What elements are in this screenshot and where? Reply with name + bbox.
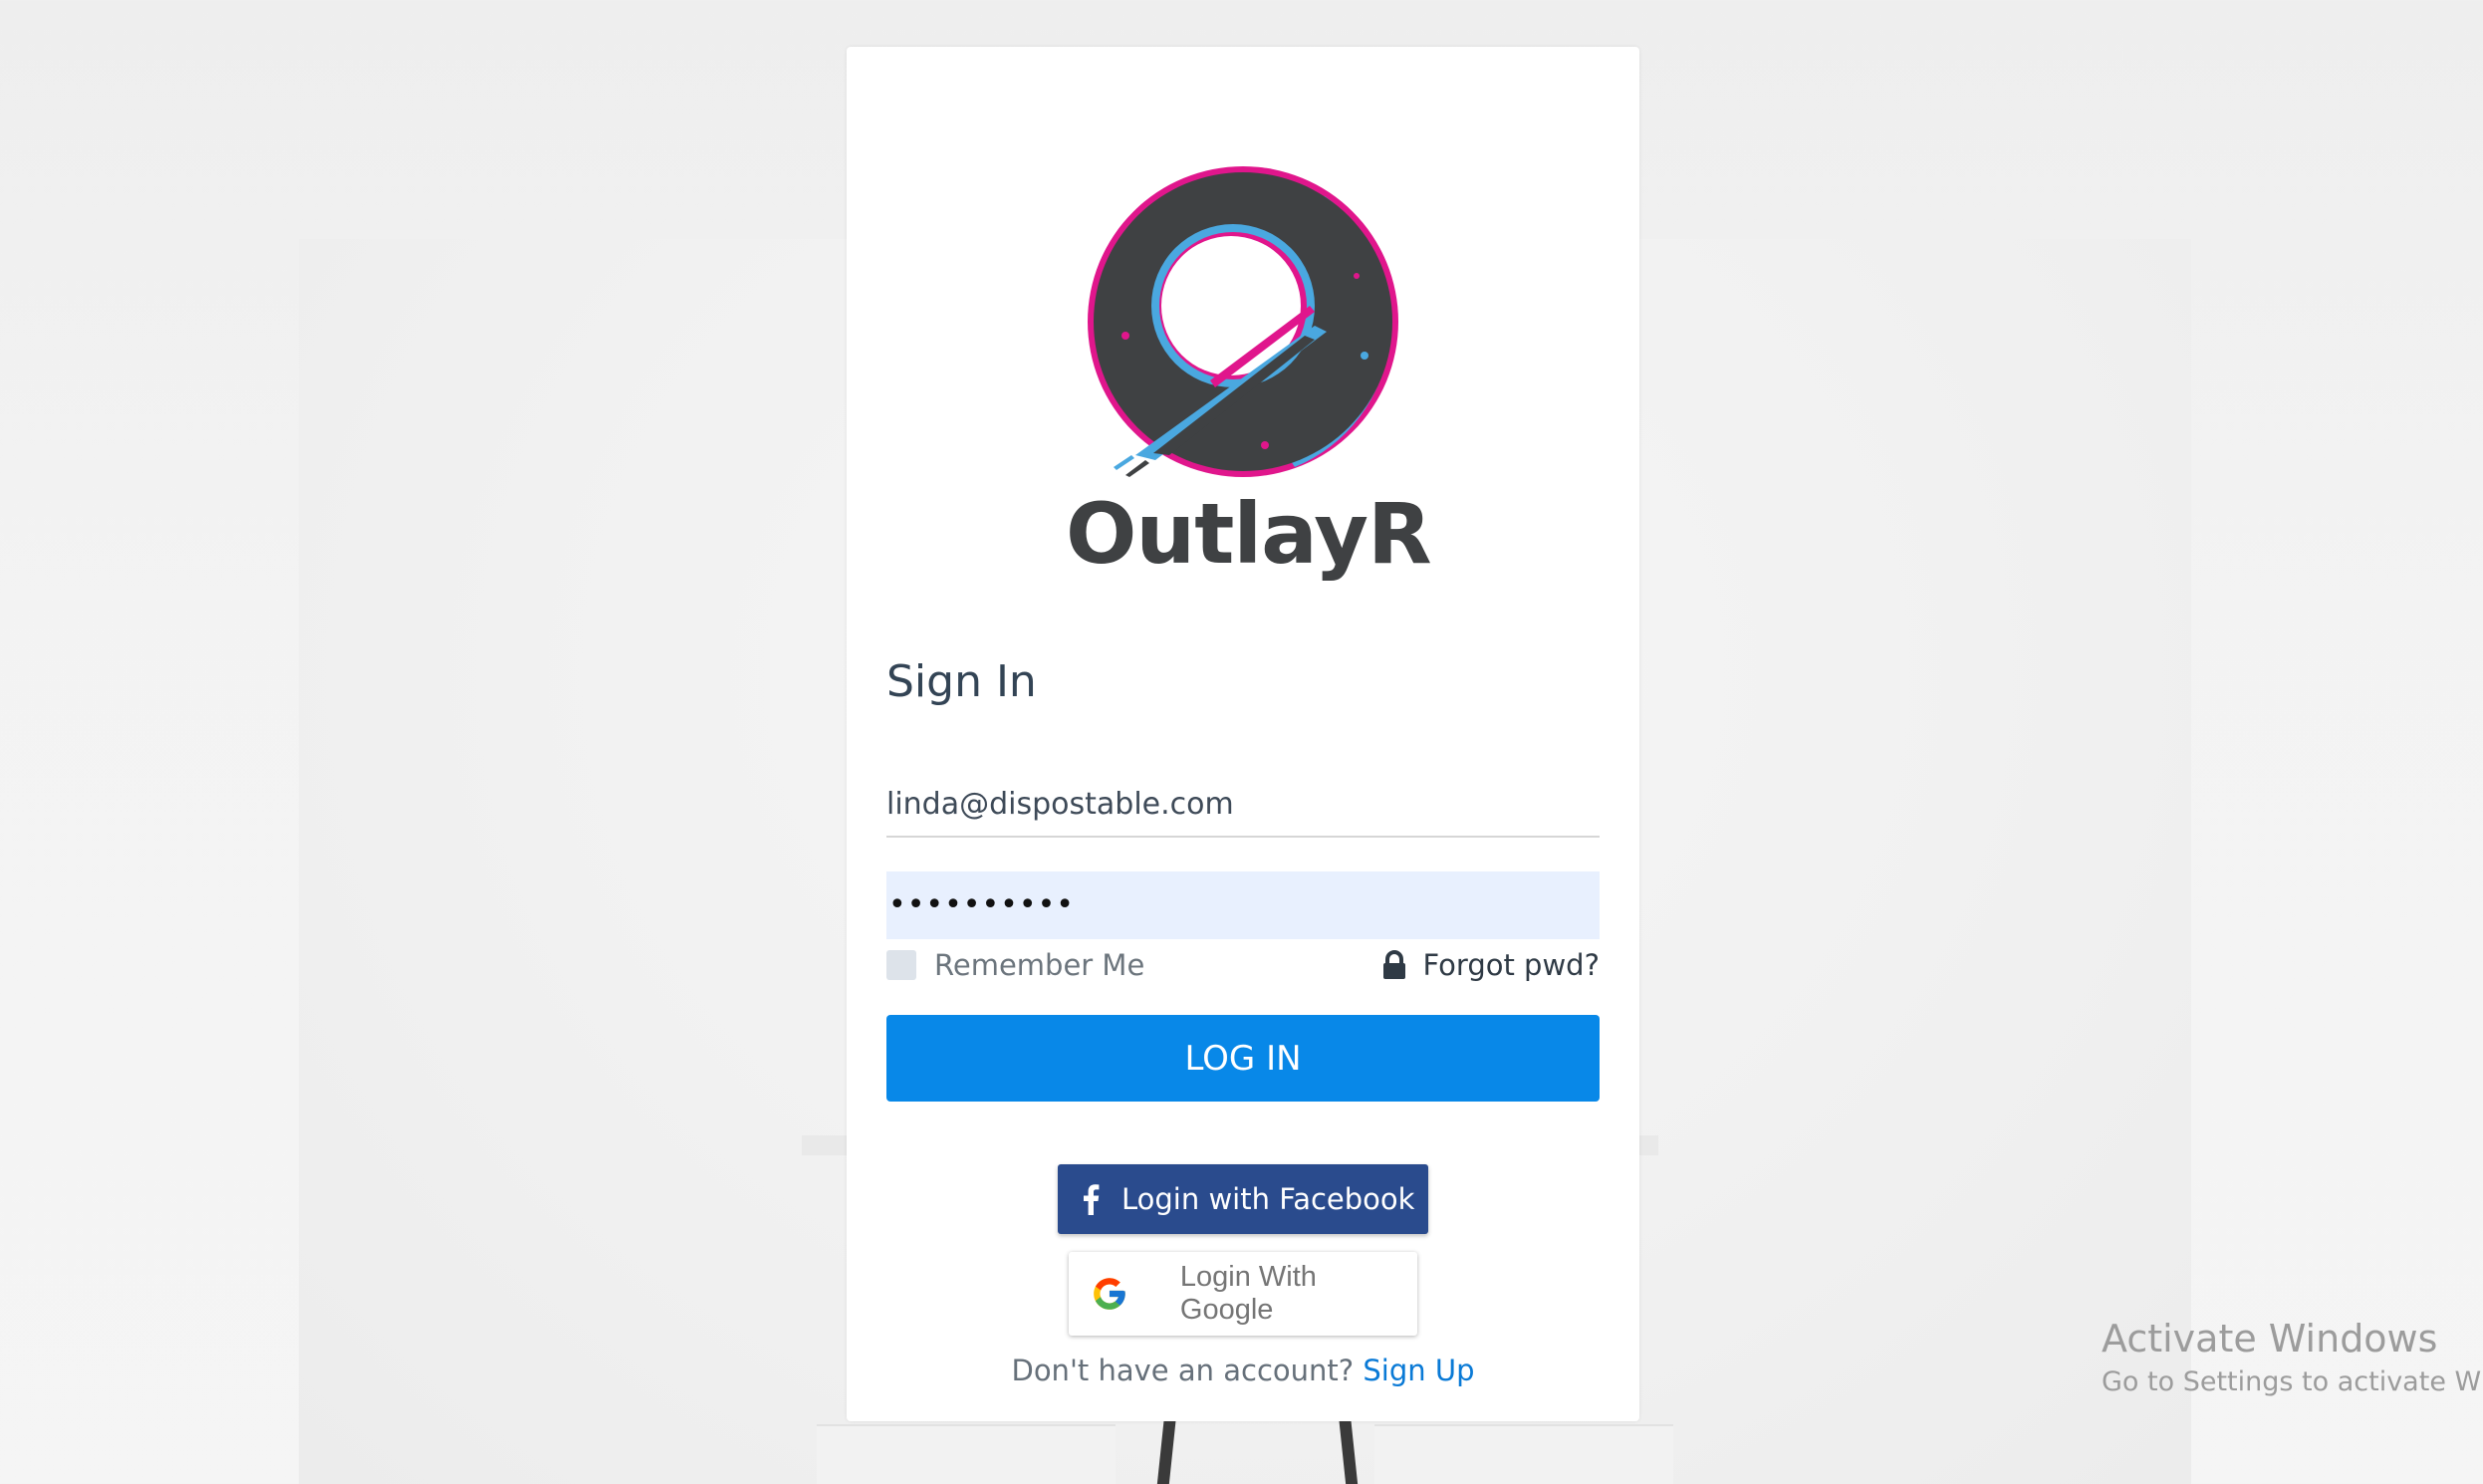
google-login-label: Login With Google [1179,1261,1317,1326]
signup-prompt: Don't have an account? Sign Up [847,1354,1639,1387]
windows-activation-watermark: Activate Windows Go to Settings to activ… [2102,1317,2483,1397]
google-login-button[interactable]: Login With Google [1069,1252,1417,1336]
brand-logo-mark [1088,166,1398,477]
easel-base-left [817,1424,1116,1484]
remember-me-checkbox[interactable] [886,950,916,980]
forgot-password-link[interactable]: Forgot pwd? [1381,945,1600,985]
remember-me-label: Remember Me [934,948,1145,982]
email-field[interactable]: linda@dispostable.com [886,774,1600,838]
login-button[interactable]: LOG IN [886,1015,1600,1102]
login-card: OutlayR Sign In linda@dispostable.com ••… [847,47,1639,1421]
easel-base-right [1374,1424,1673,1484]
remember-me[interactable]: Remember Me [886,945,1144,985]
signup-prompt-text: Don't have an account? [1011,1354,1355,1387]
lock-icon [1382,950,1405,979]
brand-logo: OutlayR [1066,156,1432,644]
activation-title: Activate Windows [2102,1317,2438,1360]
signup-link[interactable]: Sign Up [1363,1354,1474,1387]
activation-subtitle: Go to Settings to activate Win [2102,1366,2483,1397]
forgot-password-label: Forgot pwd? [1422,948,1600,982]
google-icon [1094,1278,1125,1310]
facebook-login-button[interactable]: Login with Facebook [1058,1164,1428,1234]
password-field[interactable]: •••••••••• [886,871,1600,939]
brand-name: OutlayR [1066,485,1432,583]
facebook-login-label: Login with Facebook [1121,1182,1415,1216]
facebook-icon [1084,1184,1100,1215]
page-title: Sign In [886,656,1037,707]
